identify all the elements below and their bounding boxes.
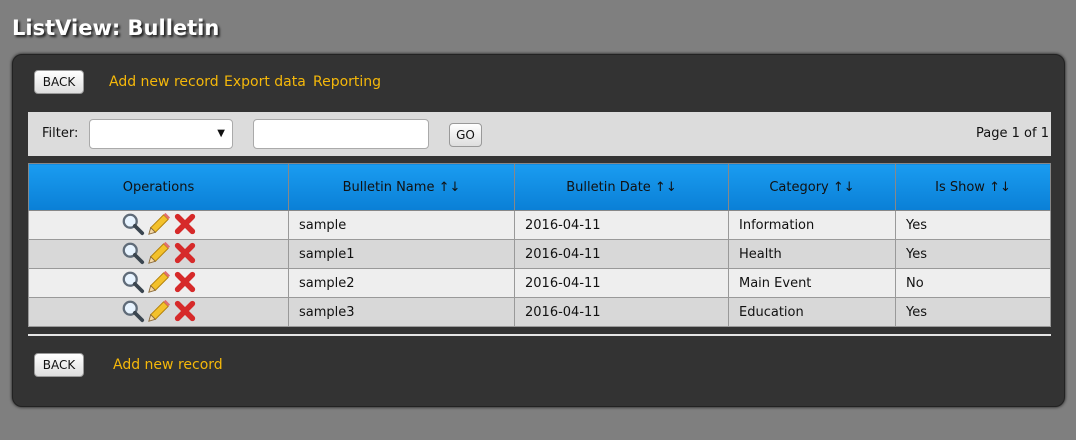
edit-button[interactable] [146,241,172,267]
filter-bar: Filter: ▼ GO Page 1 of 1 [28,112,1051,156]
table-row: sample2 2016-04-11 Main Event No [28,268,1051,298]
divider [28,334,1051,336]
view-button[interactable] [120,270,146,296]
category-cell: Information [728,210,896,240]
header-operations: Operations [28,163,289,211]
view-button[interactable] [120,241,146,267]
filter-field-select[interactable]: ▼ [89,119,233,149]
is-show-cell: Yes [895,210,1051,240]
operations-cell [28,268,289,298]
category-cell: Health [728,239,896,269]
delete-button[interactable] [172,241,198,267]
pencil-icon [147,241,171,269]
table-row: sample 2016-04-11 Information Yes [28,210,1051,240]
table-row: sample1 2016-04-11 Health Yes [28,239,1051,269]
header-bulletin-date[interactable]: Bulletin Date ↑↓ [514,163,729,211]
operations-cell [28,239,289,269]
pencil-icon [147,270,171,298]
magnifier-icon [121,242,145,269]
magnifier-icon [121,271,145,298]
delete-button[interactable] [172,299,198,325]
delete-button[interactable] [172,270,198,296]
bulletin-date-cell: 2016-04-11 [514,268,729,298]
bulletin-date-cell: 2016-04-11 [514,239,729,269]
edit-button[interactable] [146,270,172,296]
bulletin-name-cell: sample1 [288,239,515,269]
is-show-cell: Yes [895,239,1051,269]
bulletin-date-cell: 2016-04-11 [514,297,729,327]
category-cell: Main Event [728,268,896,298]
operations-cell [28,210,289,240]
pencil-icon [147,212,171,240]
operations-cell [28,297,289,327]
filter-text-input[interactable] [253,119,429,149]
reporting-link[interactable]: Reporting [313,74,381,90]
back-button-bottom[interactable]: BACK [34,353,84,377]
export-data-link[interactable]: Export data [224,74,306,90]
edit-button[interactable] [146,212,172,238]
view-button[interactable] [120,212,146,238]
bulletin-name-cell: sample3 [288,297,515,327]
back-button[interactable]: BACK [34,70,84,94]
bulletin-name-cell: sample [288,210,515,240]
table-header-row: Operations Bulletin Name ↑↓ Bulletin Dat… [28,163,1051,211]
edit-button[interactable] [146,299,172,325]
table-row: sample3 2016-04-11 Education Yes [28,297,1051,327]
is-show-cell: Yes [895,297,1051,327]
bulletin-name-cell: sample2 [288,268,515,298]
bulletin-date-cell: 2016-04-11 [514,210,729,240]
header-is-show[interactable]: Is Show ↑↓ [895,163,1051,211]
add-new-record-link-bottom[interactable]: Add new record [113,357,223,373]
delete-x-icon [173,300,197,327]
delete-x-icon [173,242,197,269]
page-title: ListView: Bulletin [12,16,220,40]
filter-label: Filter: [42,126,79,141]
magnifier-icon [121,213,145,240]
header-bulletin-name[interactable]: Bulletin Name ↑↓ [288,163,515,211]
magnifier-icon [121,300,145,327]
pagination-info: Page 1 of 1 [976,126,1049,141]
bulletin-table: Operations Bulletin Name ↑↓ Bulletin Dat… [28,163,1051,327]
listview-panel: BACK Add new record Export data Reportin… [12,54,1065,407]
view-button[interactable] [120,299,146,325]
go-button[interactable]: GO [449,123,482,147]
dropdown-arrow-icon: ▼ [217,128,225,139]
is-show-cell: No [895,268,1051,298]
category-cell: Education [728,297,896,327]
delete-button[interactable] [172,212,198,238]
delete-x-icon [173,213,197,240]
header-category[interactable]: Category ↑↓ [728,163,896,211]
pencil-icon [147,299,171,327]
delete-x-icon [173,271,197,298]
add-new-record-link[interactable]: Add new record [109,74,219,90]
